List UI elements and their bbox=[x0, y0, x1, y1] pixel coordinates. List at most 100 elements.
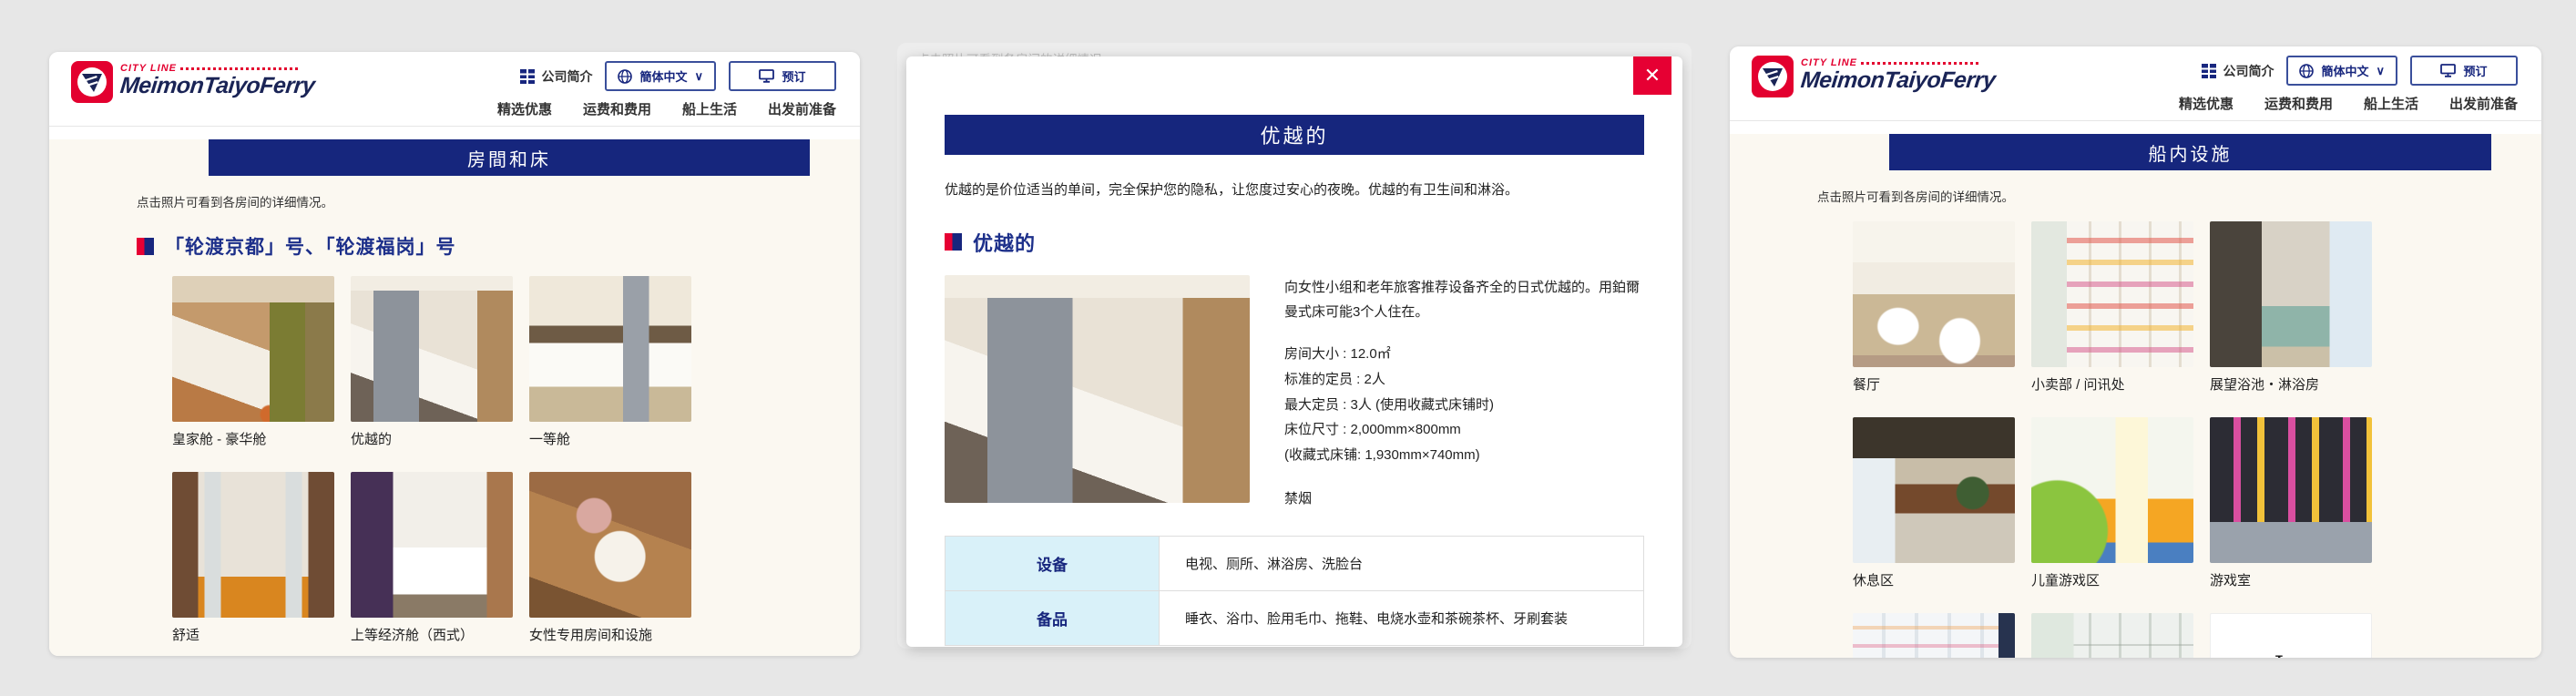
photo-comfort-capsule[interactable] bbox=[172, 472, 334, 618]
page-title: 房間和床 bbox=[209, 139, 810, 176]
photo-restaurant[interactable] bbox=[1853, 221, 2015, 367]
room-detail-modal: ✕ 优越的 优越的是价位适当的单间，完全保护您的隐私，让您度过安心的夜晚。优越的… bbox=[906, 56, 1682, 647]
facility-card bbox=[2031, 613, 2193, 658]
room-card: 上等经济舱（西式） bbox=[351, 472, 513, 644]
reserve-label: 预订 bbox=[2463, 62, 2487, 79]
globe-icon bbox=[618, 69, 632, 84]
window-onboard-facilities: CITY LINE MeimonTaiyoFerry 公司简介 簡体中文 ∨ bbox=[1730, 46, 2541, 658]
table-header-equipment: 设备 bbox=[946, 536, 1160, 590]
room-caption: 一等舱 bbox=[529, 429, 691, 448]
photo-superior-cabin-large bbox=[945, 275, 1250, 503]
company-info-label: 公司简介 bbox=[541, 67, 592, 86]
wifi-icon bbox=[2211, 654, 2267, 658]
room-caption: 上等经济舱（西式） bbox=[351, 625, 513, 644]
photo-superior-cabin[interactable] bbox=[351, 276, 513, 422]
modal-title: 优越的 bbox=[945, 115, 1644, 155]
photo-lounge-area[interactable] bbox=[1853, 417, 2015, 563]
main-nav: 精选优惠 运费和费用 船上生活 出发前准备 bbox=[497, 99, 836, 118]
company-info-link[interactable]: 公司简介 bbox=[2202, 62, 2274, 80]
photo-kids-play-area[interactable] bbox=[2031, 417, 2193, 563]
photo-vending-machines[interactable] bbox=[1853, 613, 2015, 658]
amenities-table: 设备 电视、厕所、淋浴房、洗脸台 备品 睡衣、浴巾、脸用毛巾、拖鞋、电烧水壶和茶… bbox=[945, 536, 1644, 646]
facility-card: 小卖部 / 问讯处 bbox=[2031, 221, 2193, 394]
site-header: CITY LINE MeimonTaiyoFerry 公司简介 簡体中文 ∨ bbox=[49, 52, 860, 127]
table-header-supplies: 备品 bbox=[946, 590, 1160, 645]
facility-card: Japan Connected-free W i - F i bbox=[2210, 613, 2372, 658]
nav-item-deals[interactable]: 精选优惠 bbox=[2179, 94, 2234, 113]
grid-icon bbox=[520, 69, 535, 84]
facility-caption: 休息区 bbox=[1853, 570, 2015, 589]
brand-logo[interactable]: CITY LINE MeimonTaiyoFerry bbox=[1752, 56, 1995, 113]
close-icon[interactable]: ✕ bbox=[1633, 56, 1671, 95]
reserve-label: 预订 bbox=[782, 67, 805, 85]
language-label: 簡体中文 bbox=[2321, 62, 2368, 79]
wifi-logo-line1: Japan bbox=[2274, 653, 2371, 658]
window-rooms-and-beds: CITY LINE MeimonTaiyoFerry 公司简介 簡体中文 ∨ bbox=[49, 52, 860, 656]
language-selector[interactable]: 簡体中文 ∨ bbox=[605, 61, 716, 91]
photo-japan-wifi-logo[interactable]: Japan Connected-free W i - F i bbox=[2210, 613, 2372, 658]
dotted-line-decoration bbox=[1861, 62, 1979, 65]
language-selector[interactable]: 簡体中文 ∨ bbox=[2286, 56, 2397, 86]
table-value-supplies: 睡衣、浴巾、脸用毛巾、拖鞋、电烧水壶和茶碗茶杯、牙刷套装 bbox=[1160, 590, 1644, 645]
reserve-button[interactable]: 预订 bbox=[2410, 56, 2518, 86]
room-card: 一等舱 bbox=[529, 276, 691, 448]
ship-section-heading: 「轮渡京都」号、「轮渡福岗」号 bbox=[137, 232, 805, 260]
dotted-line-decoration bbox=[180, 67, 299, 70]
page-content: 房間和床 点击照片可看到各房间的详细情况。 「轮渡京都」号、「轮渡福岗」号 皇家… bbox=[49, 139, 860, 656]
spec-bed-size: 床位尺寸 : 2,000mm×800mm bbox=[1284, 417, 1644, 443]
site-header: CITY LINE MeimonTaiyoFerry 公司简介 簡体中文 ∨ bbox=[1730, 46, 2541, 121]
nav-item-before-departure[interactable]: 出发前准备 bbox=[768, 99, 836, 118]
photo-observation-bath-shower[interactable] bbox=[2210, 221, 2372, 367]
globe-icon bbox=[2299, 64, 2314, 78]
click-photo-hint: 点击照片可看到各房间的详细情况。 bbox=[137, 192, 805, 210]
table-row: 备品 睡衣、浴巾、脸用毛巾、拖鞋、电烧水壶和茶碗茶杯、牙刷套装 bbox=[946, 590, 1644, 645]
room-caption: 皇家舱 - 豪华舱 bbox=[172, 429, 334, 448]
reserve-button[interactable]: 预订 bbox=[729, 61, 836, 91]
facility-caption: 小卖部 / 问讯处 bbox=[2031, 374, 2193, 394]
click-photo-hint: 点击照片可看到各房间的详细情况。 bbox=[1817, 187, 2487, 205]
photo-shop-information[interactable] bbox=[2031, 221, 2193, 367]
room-card: 舒适 bbox=[172, 472, 334, 644]
nav-item-deals[interactable]: 精选优惠 bbox=[497, 99, 552, 118]
brand-name: MeimonTaiyoFerry bbox=[119, 75, 316, 97]
facility-caption: 儿童游戏区 bbox=[2031, 570, 2193, 589]
page-title: 船内设施 bbox=[1889, 134, 2491, 170]
window-room-detail-overlay: 点击照片可看到各房间的详细情况。 ✕ 优越的 优越的是价位适当的单间，完全保护您… bbox=[897, 43, 1692, 649]
facility-caption: 餐厅 bbox=[1853, 374, 2015, 394]
photo-first-class-cabin[interactable] bbox=[529, 276, 691, 422]
modal-section-label: 优越的 bbox=[973, 228, 1036, 257]
spec-foldaway-bed-size: (收藏式床铺: 1,930mm×740mm) bbox=[1284, 443, 1644, 468]
spec-room-size: 房间大小 : 12.0㎡ bbox=[1284, 342, 1644, 367]
photo-game-room[interactable] bbox=[2210, 417, 2372, 563]
spec-standard-capacity: 标准的定员 : 2人 bbox=[1284, 367, 1644, 393]
main-nav: 精选优惠 运费和费用 船上生活 出发前准备 bbox=[2179, 94, 2518, 113]
photo-coin-lockers[interactable] bbox=[2031, 613, 2193, 658]
nav-item-before-departure[interactable]: 出发前准备 bbox=[2449, 94, 2518, 113]
ferry-funnel-logo-icon bbox=[1752, 56, 1794, 97]
chevron-down-icon: ∨ bbox=[694, 69, 703, 84]
spec-max-capacity: 最大定员 : 3人 (使用收藏式床铺时) bbox=[1284, 393, 1644, 418]
room-caption: 优越的 bbox=[351, 429, 513, 448]
nav-item-fares[interactable]: 运费和费用 bbox=[583, 99, 651, 118]
brand-logo[interactable]: CITY LINE MeimonTaiyoFerry bbox=[71, 61, 314, 118]
nav-item-onboard-life[interactable]: 船上生活 bbox=[2364, 94, 2418, 113]
section-bullet-icon bbox=[137, 238, 154, 255]
company-info-link[interactable]: 公司简介 bbox=[520, 67, 592, 86]
photo-ladies-amenities[interactable] bbox=[529, 472, 691, 618]
room-caption: 舒适 bbox=[172, 625, 334, 644]
room-card: 优越的 bbox=[351, 276, 513, 448]
facility-caption: 游戏室 bbox=[2210, 570, 2372, 589]
room-photo-grid: 皇家舱 - 豪华舱 优越的 一等舱 舒适 上等经济舱（西式） bbox=[172, 276, 860, 644]
table-value-equipment: 电视、厕所、淋浴房、洗脸台 bbox=[1160, 536, 1644, 590]
facility-card: 餐厅 bbox=[1853, 221, 2015, 394]
no-smoking-label: 禁烟 bbox=[1284, 486, 1644, 512]
grid-icon bbox=[2202, 64, 2216, 78]
photo-royal-deluxe-cabin[interactable] bbox=[172, 276, 334, 422]
section-bullet-icon bbox=[945, 233, 962, 251]
section-heading-label: 「轮渡京都」号、「轮渡福岗」号 bbox=[165, 232, 456, 260]
modal-section-heading: 优越的 bbox=[945, 228, 1644, 257]
room-card: 女性专用房间和设施 bbox=[529, 472, 691, 644]
photo-economy-western[interactable] bbox=[351, 472, 513, 618]
nav-item-onboard-life[interactable]: 船上生活 bbox=[682, 99, 737, 118]
nav-item-fares[interactable]: 运费和费用 bbox=[2264, 94, 2333, 113]
